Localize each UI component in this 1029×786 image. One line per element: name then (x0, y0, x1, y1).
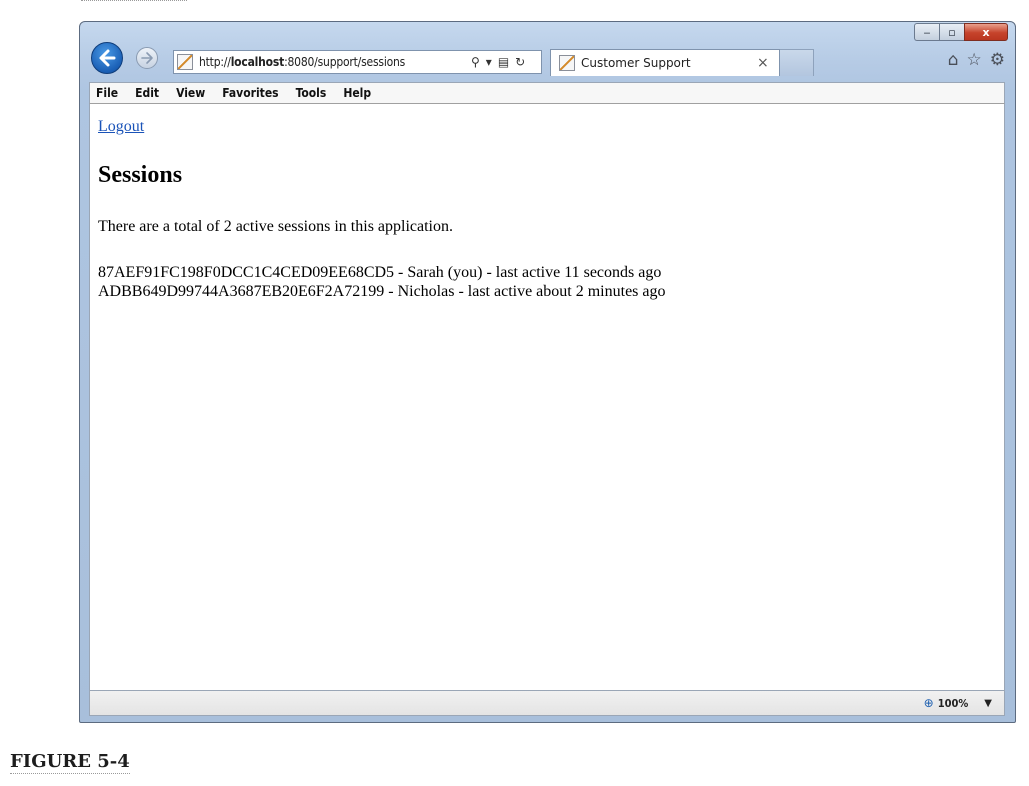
maximize-button[interactable]: ▫ (939, 23, 964, 41)
gear-icon[interactable]: ⚙ (990, 50, 1005, 70)
new-tab-button[interactable] (780, 49, 814, 76)
window-controls: ‒ ▫ x (914, 23, 1008, 41)
figure-caption: FIGURE 5-4 (10, 751, 130, 774)
session-count-text: There are a total of 2 active sessions i… (98, 218, 453, 235)
url-text[interactable]: http://localhost:8080/support/sessions (199, 55, 461, 69)
minimize-button[interactable]: ‒ (914, 23, 939, 41)
site-favicon-icon (177, 54, 193, 70)
search-icon[interactable]: ⚲ (471, 55, 480, 69)
arrow-right-icon (141, 52, 153, 64)
status-bar: ⊕ 100% ▼ (89, 690, 1005, 716)
zoom-level[interactable]: 100% (938, 697, 969, 710)
address-bar[interactable]: http://localhost:8080/support/sessions ⚲… (173, 50, 542, 74)
close-window-button[interactable]: x (964, 23, 1008, 41)
home-icon[interactable]: ⌂ (948, 50, 959, 70)
session-item: 87AEF91FC198F0DCC1C4CED09EE68CD5 - Sarah… (98, 264, 662, 281)
menu-view[interactable]: View (176, 86, 205, 100)
tab-title: Customer Support (581, 56, 691, 70)
session-item: ADBB649D99744A3687EB20E6F2A72199 - Nicho… (98, 283, 666, 300)
star-icon[interactable]: ☆ (967, 50, 982, 70)
session-list: 87AEF91FC198F0DCC1C4CED09EE68CD5 - Sarah… (98, 263, 666, 301)
compatibility-view-icon[interactable]: ▤ (498, 55, 509, 69)
zoom-dropdown-icon[interactable]: ▼ (984, 698, 992, 709)
top-divider (81, 0, 187, 1)
tab-customer-support[interactable]: Customer Support × (550, 49, 780, 76)
zoom-icon[interactable]: ⊕ (924, 696, 934, 710)
forward-button[interactable] (136, 47, 158, 69)
browser-window: ‒ ▫ x http://localhost:8080/support/sess… (79, 21, 1016, 723)
close-tab-icon[interactable]: × (757, 55, 769, 71)
dropdown-arrow-icon[interactable]: ▾ (486, 55, 492, 69)
logout-link[interactable]: Logout (98, 118, 144, 136)
arrow-left-icon (99, 49, 116, 67)
page-content: Logout Sessions There are a total of 2 a… (89, 104, 1005, 690)
menu-favorites[interactable]: Favorites (222, 86, 278, 100)
menu-tools[interactable]: Tools (296, 86, 327, 100)
refresh-icon[interactable]: ↻ (515, 55, 525, 69)
back-button[interactable] (91, 42, 123, 74)
menu-file[interactable]: File (96, 86, 118, 100)
address-tools: ⚲ ▾ ▤ ↻ (471, 55, 525, 69)
menu-help[interactable]: Help (343, 86, 371, 100)
page-title: Sessions (98, 162, 183, 188)
tab-favicon-icon (559, 55, 575, 71)
browser-toolbar-icons: ⌂ ☆ ⚙ (948, 50, 1005, 70)
menu-bar: File Edit View Favorites Tools Help (89, 82, 1005, 104)
menu-edit[interactable]: Edit (135, 86, 159, 100)
